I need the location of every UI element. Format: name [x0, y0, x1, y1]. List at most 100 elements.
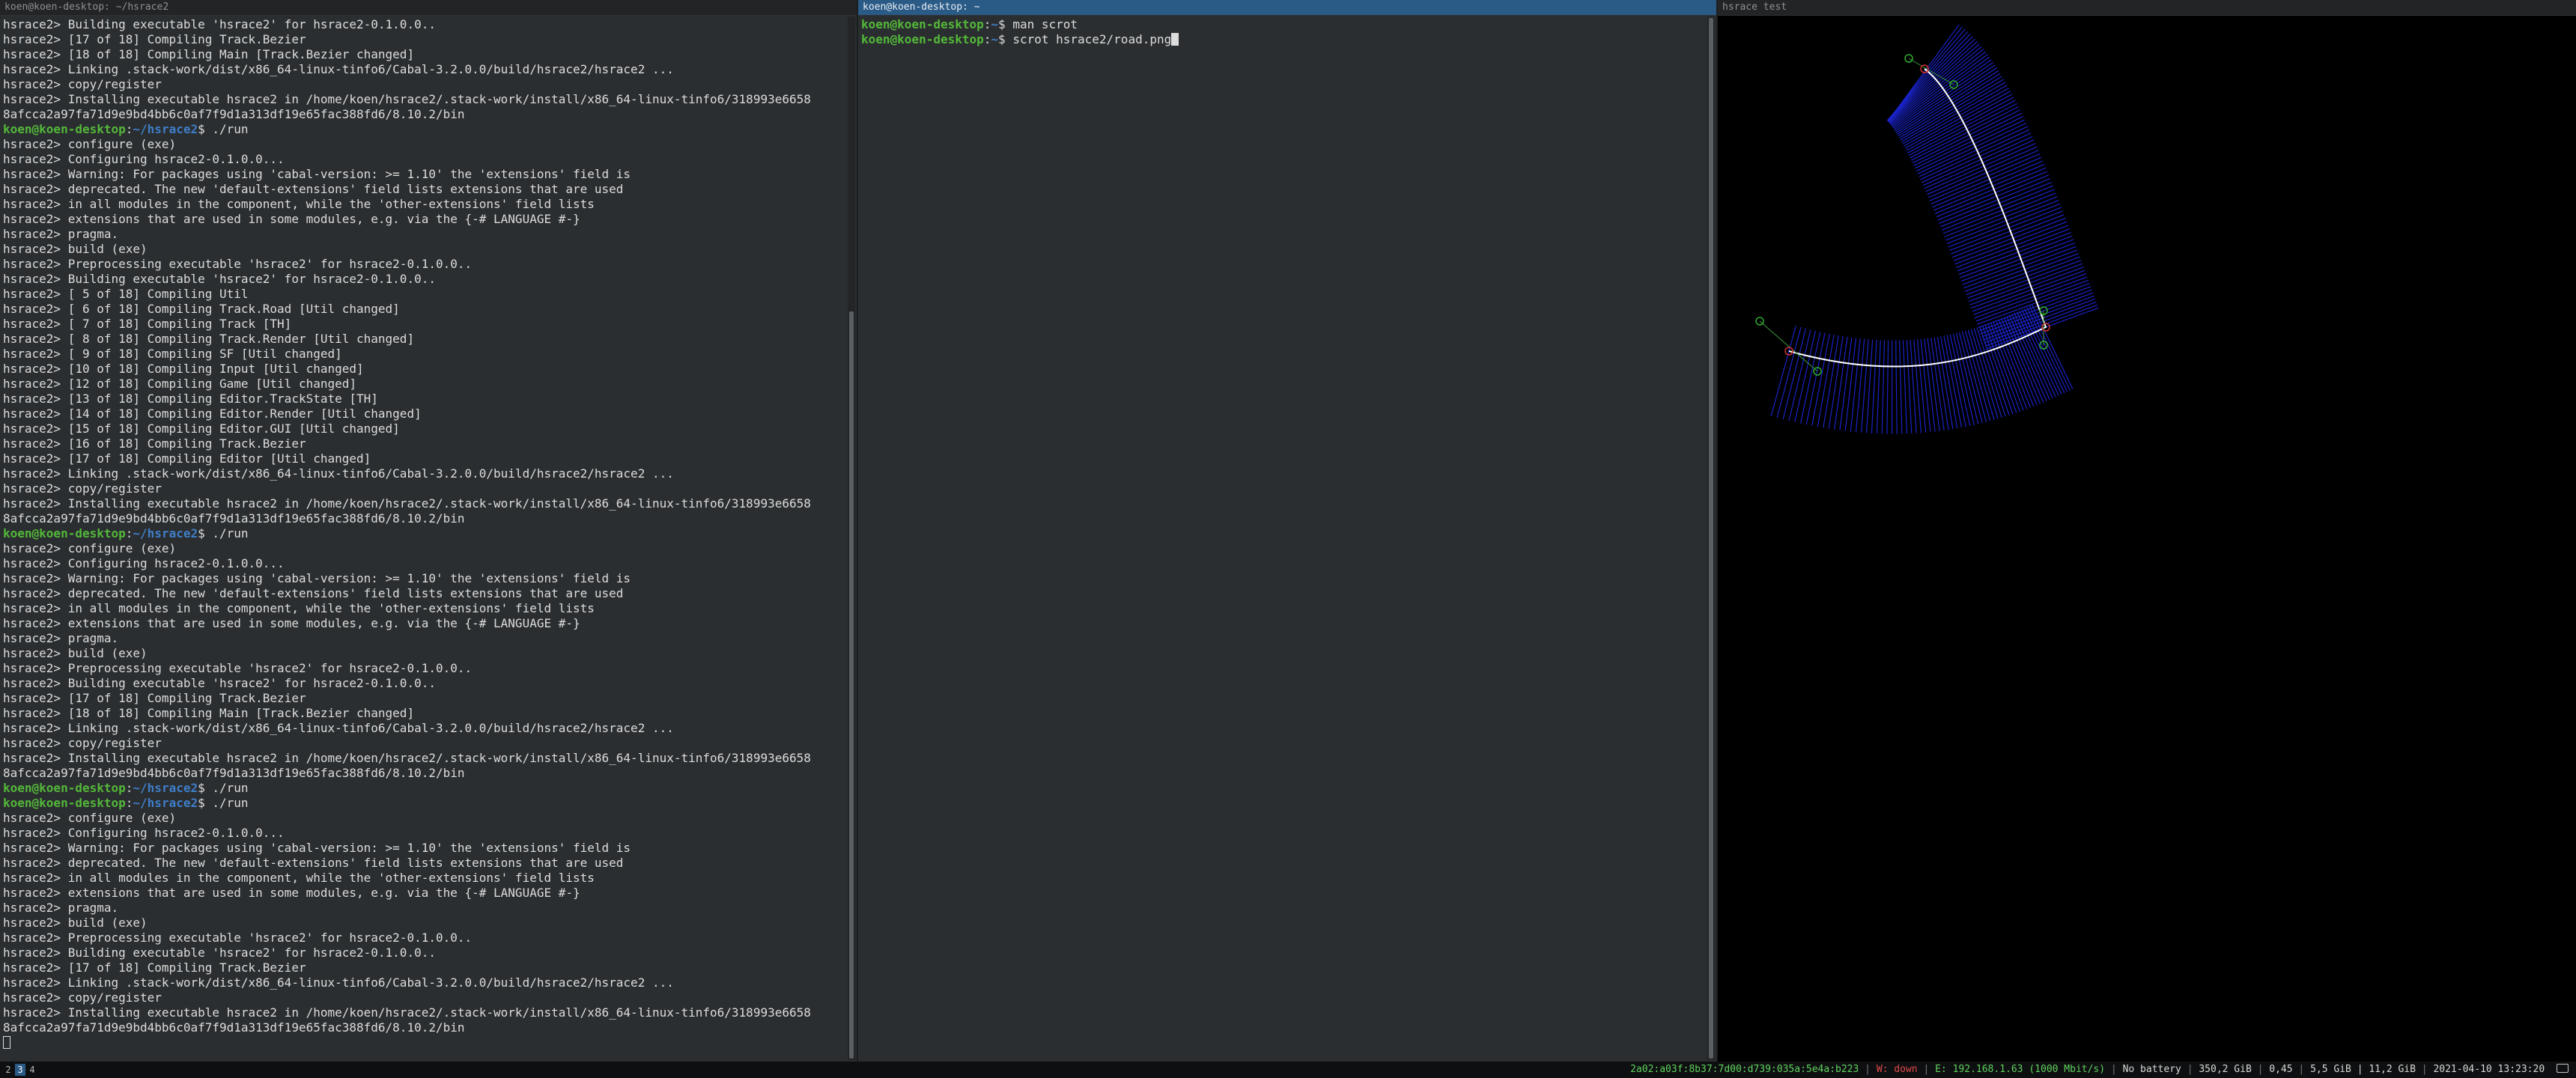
prompt-path: ~/hsrace2 — [133, 122, 198, 136]
road-segment-line — [1844, 338, 1857, 431]
terminal-line: hsrace2> Warning: For packages using 'ca… — [3, 571, 631, 585]
terminal-line: hsrace2> Warning: For packages using 'ca… — [3, 167, 631, 181]
road-segment-line — [1960, 239, 2074, 282]
prompt-separator: : — [125, 122, 133, 136]
road-segment-line — [1922, 135, 2033, 186]
workspace-3[interactable]: 3 — [15, 1064, 25, 1076]
prompt-separator: : — [983, 32, 991, 46]
terminal-line: hsrace2> configure (exe) — [3, 811, 177, 825]
prompt-separator: : — [983, 17, 991, 31]
terminal-left[interactable]: koen@koen-desktop: ~/hsrace2 hsrace2> Bu… — [0, 0, 857, 1062]
prompt-path: ~/hsrace2 — [133, 781, 198, 795]
road-segment-line — [1881, 340, 1886, 434]
road-segment-line — [1958, 231, 2071, 275]
terminal-output[interactable]: hsrace2> Building executable 'hsrace2' f… — [0, 16, 857, 1050]
road-segment-line — [1794, 330, 1816, 422]
terminal-line: hsrace2> [16 of 18] Compiling Track.Bezi… — [3, 436, 306, 451]
terminal-line: koen@koen-desktop:~/hsrace2$ ./run — [3, 122, 857, 137]
road-segment-line — [1805, 332, 1826, 425]
terminal-line: hsrace2> Linking .stack-work/dist/x86_64… — [3, 62, 674, 76]
road-segment-line — [1770, 326, 1796, 416]
workspace-2[interactable]: 2 — [3, 1064, 13, 1076]
terminal-line: hsrace2> [13 of 18] Compiling Editor.Tra… — [3, 392, 378, 406]
terminal-line: hsrace2> copy/register — [3, 990, 162, 1005]
road-segment-line — [1984, 304, 2098, 347]
scrollbar-thumb[interactable] — [1709, 18, 1713, 1059]
road-segment-line — [1967, 256, 2080, 299]
prompt-sigil: $ — [198, 122, 213, 136]
terminal-line: hsrace2> [ 5 of 18] Compiling Util — [3, 287, 249, 301]
terminal-line: hsrace2> Linking .stack-work/dist/x86_64… — [3, 975, 674, 990]
road-segment-line — [1971, 267, 2084, 309]
prompt-sigil: $ — [998, 17, 1013, 31]
terminal-line: hsrace2> [15 of 18] Compiling Editor.GUI… — [3, 421, 400, 436]
terminal-line: hsrace2> copy/register — [3, 736, 162, 750]
road-segment-line — [1956, 225, 2069, 268]
prompt-user: koen@koen-desktop — [861, 17, 984, 31]
terminal-line: hsrace2> [17 of 18] Compiling Track.Bezi… — [3, 960, 306, 975]
terminal-line: hsrace2> in all modules in the component… — [3, 601, 595, 615]
road-segment-line — [1964, 330, 1991, 421]
road-segment-line — [1889, 46, 1982, 124]
terminal-line: hsrace2> Building executable 'hsrace2' f… — [3, 945, 436, 960]
wlan-status: W: down — [1876, 1064, 1918, 1075]
terminal-line: hsrace2> [17 of 18] Compiling Track.Bezi… — [3, 691, 306, 705]
scrollbar[interactable] — [1707, 16, 1715, 1060]
scrollbar[interactable] — [848, 16, 855, 1060]
road-segment-line — [1782, 328, 1807, 420]
track-editor-canvas[interactable] — [1718, 15, 2576, 1062]
prompt-path: ~/hsrace2 — [133, 526, 198, 540]
terminal-line: hsrace2> [ 7 of 18] Compiling Track [TH] — [3, 317, 292, 331]
terminal-line: hsrace2> [18 of 18] Compiling Main [Trac… — [3, 47, 415, 61]
road-segment-line — [1962, 243, 2075, 285]
window-title[interactable]: koen@koen-desktop: ~/hsrace2 — [0, 0, 857, 16]
road-segment-line — [1946, 199, 2059, 244]
terminal-line: hsrace2> deprecated. The new 'default-ex… — [3, 856, 624, 870]
terminal-line: hsrace2> [10 of 18] Compiling Input [Uti… — [3, 362, 364, 376]
prompt-user: koen@koen-desktop — [3, 796, 126, 810]
terminal-middle[interactable]: koen@koen-desktop: ~ koen@koen-desktop:~… — [858, 0, 1716, 1062]
terminal-line: hsrace2> Preprocessing executable 'hsrac… — [3, 661, 473, 675]
terminal-line: hsrace2> copy/register — [3, 481, 162, 496]
terminal-line: hsrace2> Linking .stack-work/dist/x86_64… — [3, 721, 674, 735]
window-title[interactable]: koen@koen-desktop: ~ — [858, 0, 1716, 16]
terminal-line: hsrace2> in all modules in the component… — [3, 871, 595, 885]
terminal-line: hsrace2> [14 of 18] Compiling Editor.Ren… — [3, 406, 422, 421]
terminal-line: hsrace2> extensions that are used in som… — [3, 616, 580, 630]
road-segment-line — [1871, 339, 1877, 433]
prompt-separator: : — [125, 796, 133, 810]
road-segment-lines — [1770, 24, 2099, 434]
road-segment-line — [1855, 338, 1865, 433]
road-segment-line — [1951, 210, 2063, 255]
ipv6-status: 2a02:a03f:8b37:7d00:d739:035a:5e4a:b223 — [1630, 1064, 1859, 1075]
terminal-line: hsrace2> [ 6 of 18] Compiling Track.Road… — [3, 302, 400, 316]
text-cursor — [1171, 33, 1179, 46]
window-title[interactable]: hsrace test — [1718, 0, 2576, 16]
scrollbar-thumb[interactable] — [849, 311, 854, 1059]
road-segment-line — [1799, 332, 1821, 424]
road-segment-line — [1788, 329, 1811, 421]
road-segment-line — [1924, 139, 2035, 189]
ethernet-status: E: 192.168.1.63 (1000 Mbit/s) — [1935, 1064, 2106, 1075]
terminal-line: koen@koen-desktop:~$ man scrot — [861, 17, 1716, 32]
workspace-4[interactable]: 4 — [27, 1064, 37, 1076]
road-segment-line — [1895, 340, 1898, 434]
hsrace-test-window[interactable]: hsrace test — [1718, 0, 2576, 1062]
prompt-path: ~ — [991, 32, 999, 46]
terminal-line: hsrace2> Configuring hsrace2-0.1.0.0... — [3, 556, 285, 570]
road-segment-line — [1886, 340, 1889, 434]
memory-status: 5,5 GiB | 11,2 GiB — [2310, 1064, 2416, 1075]
terminal-line: hsrace2> copy/register — [3, 77, 162, 91]
terminal-line: hsrace2> configure (exe) — [3, 137, 177, 151]
monitor-icon[interactable] — [2557, 1064, 2569, 1073]
road-segment-line — [1957, 228, 2070, 272]
control-handle-line — [1759, 320, 1818, 372]
prompt-sigil: $ — [198, 526, 213, 540]
terminal-output[interactable]: koen@koen-desktop:~$ man scrot koen@koen-… — [858, 16, 1716, 47]
road-segment-line — [1949, 207, 2062, 252]
terminal-line: 8afcca2a97fa71d9e9bd4bb6c0af7f9d1a313df1… — [3, 107, 465, 121]
terminal-line: hsrace2> [17 of 18] Compiling Track.Bezi… — [3, 32, 306, 46]
terminal-line: hsrace2> pragma. — [3, 631, 119, 645]
prompt-command: ./run — [212, 122, 249, 136]
road-segment-line — [1960, 235, 2073, 278]
